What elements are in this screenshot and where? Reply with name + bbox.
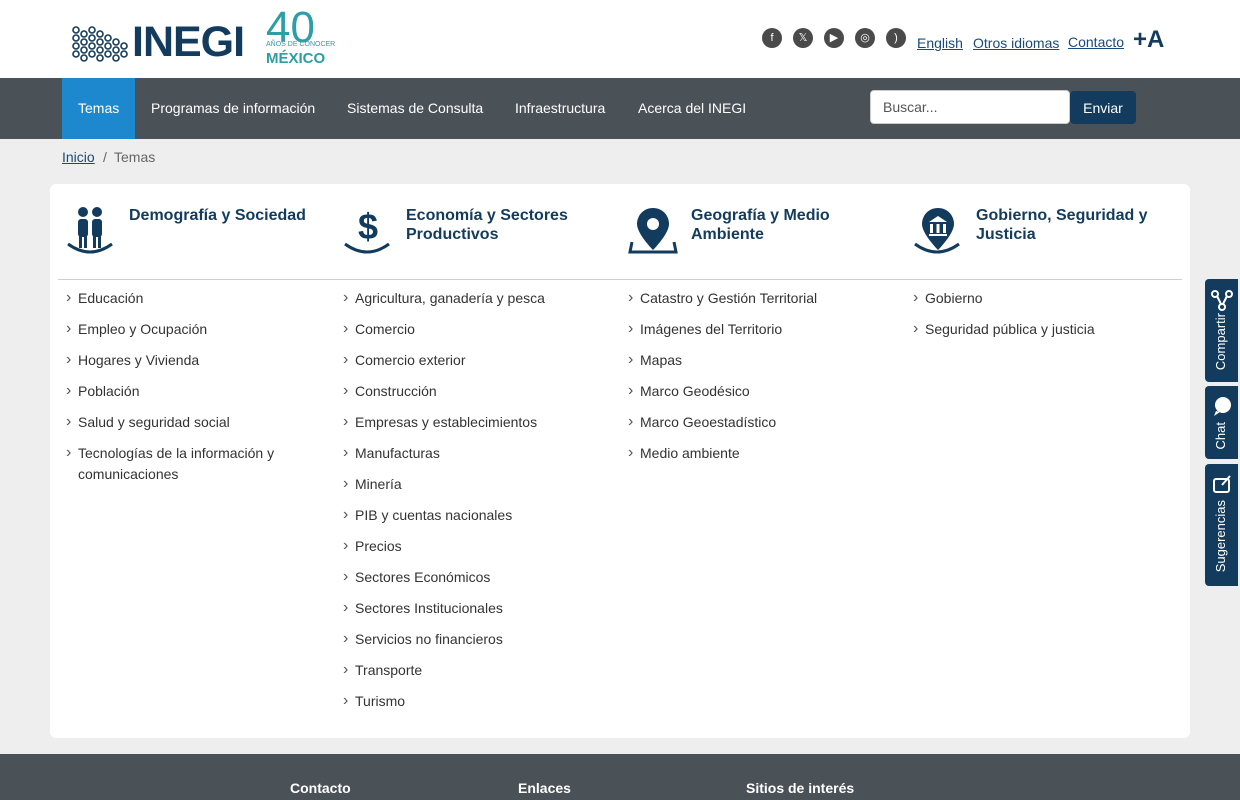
suggestions-tab[interactable]: Sugerencias xyxy=(1205,464,1238,586)
list-item[interactable]: Comercio xyxy=(343,318,619,340)
column-title: Economía y Sectores Productivos xyxy=(406,207,568,243)
chat-tab[interactable]: Chat xyxy=(1205,386,1238,459)
inegi-logo[interactable]: INEGI 40 AÑOS DE CONOCER MÉXICO xyxy=(72,6,336,67)
list-item[interactable]: Población xyxy=(66,380,312,402)
list-gobierno: Gobierno Seguridad pública y justicia xyxy=(913,287,1179,350)
nav-item-programas[interactable]: Programas de información xyxy=(135,78,331,139)
suggestions-icon xyxy=(1213,475,1231,493)
list-item[interactable]: Manufacturas xyxy=(343,442,619,464)
chat-label: Chat xyxy=(1213,422,1228,450)
footer-sites-heading: Sitios de interés xyxy=(746,780,855,796)
list-item[interactable]: PIB y cuentas nacionales xyxy=(343,504,619,526)
english-link[interactable]: English xyxy=(917,35,963,51)
increase-font-button[interactable]: +A xyxy=(1133,26,1164,54)
search-submit-button[interactable]: Enviar xyxy=(1070,91,1136,124)
other-languages-link[interactable]: Otros idiomas xyxy=(973,35,1059,51)
list-item[interactable]: Precios xyxy=(343,535,619,557)
list-item[interactable]: Sectores Institucionales xyxy=(343,597,619,619)
list-item[interactable]: Agricultura, ganadería y pesca xyxy=(343,287,619,309)
header-divider xyxy=(58,279,1182,280)
brand-name: INEGI xyxy=(132,18,245,66)
dollar-icon: $ xyxy=(344,206,390,254)
list-item[interactable]: Hogares y Vivienda xyxy=(66,349,312,371)
list-item[interactable]: Gobierno xyxy=(913,287,1179,309)
column-title: Demografía y Sociedad xyxy=(129,207,306,224)
column-title: Gobierno, Seguridad y Justicia xyxy=(976,207,1148,243)
list-geografia: Catastro y Gestión Territorial Imágenes … xyxy=(628,287,894,474)
list-item[interactable]: Seguridad pública y justicia xyxy=(913,318,1179,340)
list-item[interactable]: Marco Geodésico xyxy=(628,380,894,402)
site-header: INEGI 40 AÑOS DE CONOCER MÉXICO f 𝕏 ▶ ◎ … xyxy=(0,0,1240,78)
footer-links-heading: Enlaces xyxy=(518,780,571,796)
nav-item-infraestructura[interactable]: Infraestructura xyxy=(499,78,621,139)
breadcrumb-home[interactable]: Inicio xyxy=(62,149,95,165)
share-icon xyxy=(1211,290,1233,311)
list-item[interactable]: Construcción xyxy=(343,380,619,402)
list-economia: Agricultura, ganadería y pesca Comercio … xyxy=(343,287,619,722)
map-pin-icon xyxy=(628,208,678,254)
footer-contact-heading: Contacto xyxy=(290,780,351,796)
list-item[interactable]: Minería xyxy=(343,473,619,495)
list-item[interactable]: Medio ambiente xyxy=(628,442,894,464)
nav-item-acerca[interactable]: Acerca del INEGI xyxy=(622,78,762,139)
list-item[interactable]: Tecnologías de la información y comunica… xyxy=(66,442,312,485)
facebook-icon[interactable]: f xyxy=(762,28,782,48)
share-label: Compartir xyxy=(1213,313,1228,371)
list-item[interactable]: Empresas y establecimientos xyxy=(343,411,619,433)
list-item[interactable]: Sectores Económicos xyxy=(343,566,619,588)
list-item[interactable]: Imágenes del Territorio xyxy=(628,318,894,340)
anniversary-country: MÉXICO xyxy=(266,50,326,67)
breadcrumb-separator: / xyxy=(103,149,107,165)
list-item[interactable]: Empleo y Ocupación xyxy=(66,318,312,340)
list-item[interactable]: Mapas xyxy=(628,349,894,371)
youtube-icon[interactable]: ▶ xyxy=(824,28,844,48)
svg-text:$: $ xyxy=(358,206,378,247)
nav-item-temas[interactable]: Temas xyxy=(62,78,136,139)
list-item[interactable]: Transporte xyxy=(343,659,619,681)
column-title: Geografía y Medio Ambiente xyxy=(691,207,830,243)
list-item[interactable]: Educación xyxy=(66,287,312,309)
search-input[interactable] xyxy=(870,90,1070,124)
list-item[interactable]: Turismo xyxy=(343,690,619,712)
share-tab[interactable]: Compartir xyxy=(1205,279,1238,382)
chat-icon xyxy=(1214,397,1231,416)
list-item[interactable]: Salud y seguridad social xyxy=(66,411,312,433)
anniversary-text: AÑOS DE CONOCER xyxy=(266,41,336,48)
contact-link[interactable]: Contacto xyxy=(1068,34,1124,50)
people-icon xyxy=(67,207,113,254)
logo-dots-icon xyxy=(72,26,128,62)
list-item[interactable]: Comercio exterior xyxy=(343,349,619,371)
list-item[interactable]: Marco Geoestadístico xyxy=(628,411,894,433)
suggestions-label: Sugerencias xyxy=(1213,500,1228,573)
breadcrumb-current: Temas xyxy=(114,149,156,165)
topics-card: Demografía y Sociedad Educación Empleo y… xyxy=(50,184,1190,738)
list-item[interactable]: Catastro y Gestión Territorial xyxy=(628,287,894,309)
instagram-icon[interactable]: ◎ xyxy=(855,28,875,48)
government-icon xyxy=(914,208,960,254)
list-demografia: Educación Empleo y Ocupación Hogares y V… xyxy=(66,287,312,495)
rss-icon[interactable]: ) xyxy=(886,28,906,48)
list-item[interactable]: Servicios no financieros xyxy=(343,628,619,650)
x-icon[interactable]: 𝕏 xyxy=(793,28,813,48)
nav-item-sistemas[interactable]: Sistemas de Consulta xyxy=(331,78,499,139)
site-footer: Contacto Enlaces Sitios de interés xyxy=(0,754,1240,800)
